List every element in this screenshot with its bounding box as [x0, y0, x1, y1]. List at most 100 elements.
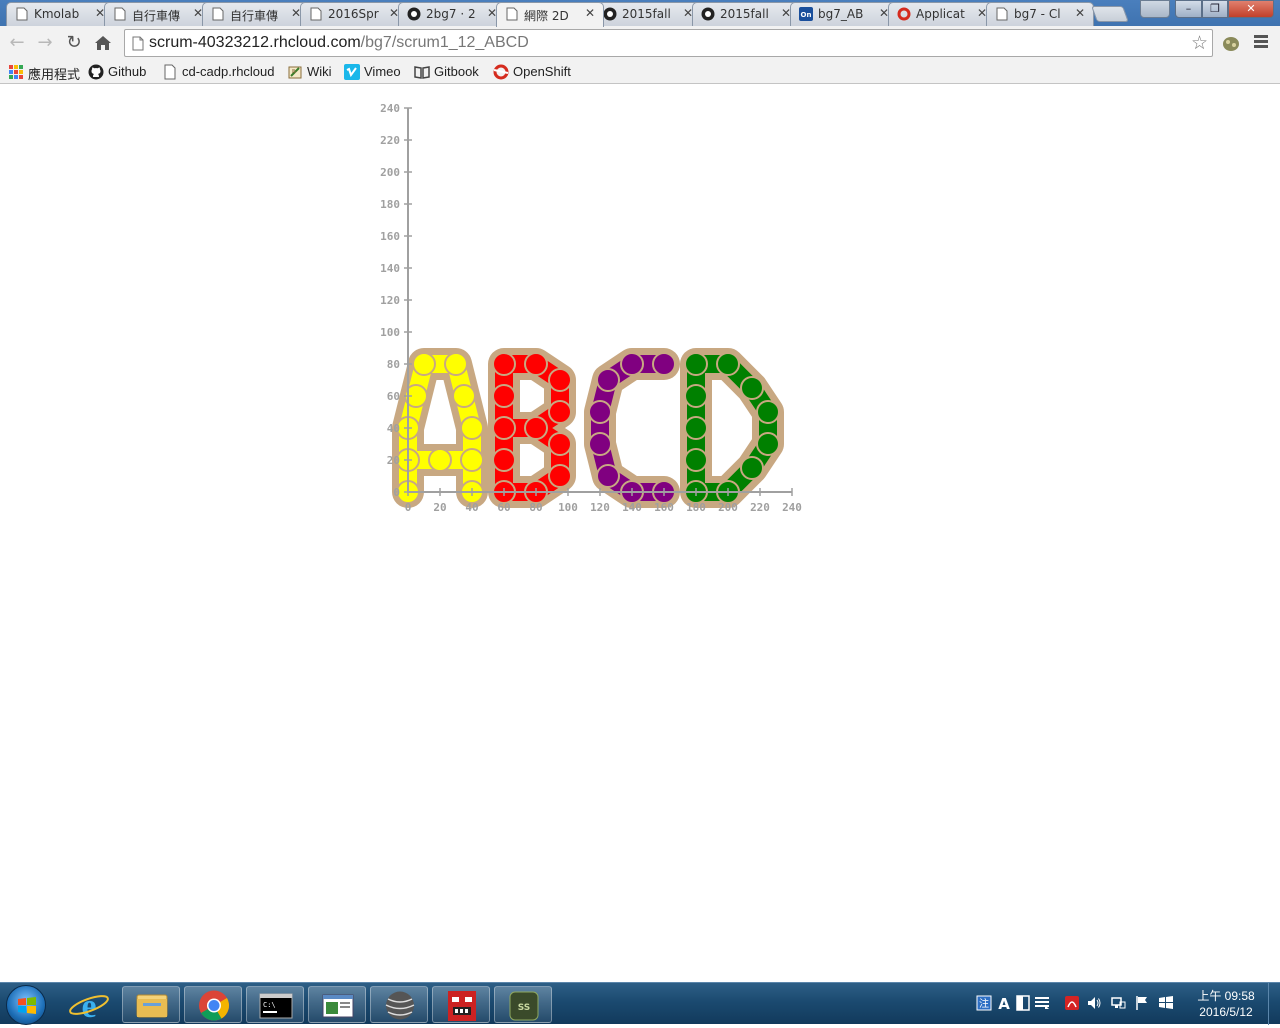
letter-C-point — [596, 368, 620, 392]
menu-icon[interactable] — [1254, 33, 1270, 51]
y-tick-label: 60 — [387, 390, 400, 403]
tab-label: Applicat — [916, 7, 965, 21]
tab-6[interactable]: 2015fall ✕ — [594, 2, 702, 26]
tab-strip: Kmolab ✕ 自行車傳 ✕ 自行車傳 ✕ 2016Spr ✕ 2bg7 · 2 ✕ 網際 2D ✕… — [0, 0, 1280, 27]
svg-text:A: A — [998, 995, 1010, 1011]
letter-A-point — [452, 384, 476, 408]
volume-icon[interactable] — [1086, 995, 1102, 1011]
y-tick-label: 100 — [380, 326, 400, 339]
github-icon — [603, 7, 617, 21]
y-tick-label: 140 — [380, 262, 400, 275]
ime-icon[interactable]: 注 — [976, 995, 992, 1011]
windows-logo-icon — [18, 997, 36, 1014]
letter-C-point — [596, 464, 620, 488]
bookmark-label: Github — [108, 64, 147, 79]
window-restore-button[interactable]: ❐ — [1202, 0, 1228, 18]
taskbar-window[interactable] — [308, 986, 366, 1023]
tab-close-icon[interactable]: ✕ — [585, 6, 595, 20]
tab-0[interactable]: Kmolab ✕ — [6, 2, 114, 26]
abcd-canvas: 0 20 40 60 80 100 120 140 160 180 200 220 240 0 20 40 60… — [380, 102, 802, 514]
page-icon — [164, 64, 176, 80]
page-icon — [995, 7, 1009, 21]
tab-3[interactable]: 2016Spr ✕ — [300, 2, 408, 26]
letter-B-point — [548, 464, 572, 488]
window-minimize-button[interactable]: – — [1175, 0, 1202, 18]
start-button[interactable] — [6, 985, 46, 1025]
reload-icon[interactable]: ↻ — [63, 32, 85, 54]
bookmark-vimeo[interactable]: Vimeo — [344, 63, 406, 81]
taskbar-cmd[interactable]: C:\ — [246, 986, 304, 1023]
letter-D-point — [740, 456, 764, 480]
user-profile-button[interactable] — [1140, 0, 1170, 18]
svg-text:On: On — [801, 11, 812, 19]
letter-C-point — [652, 352, 676, 376]
taskbar-sphere-app[interactable] — [370, 986, 428, 1023]
show-desktop-button[interactable] — [1268, 983, 1280, 1025]
network-icon[interactable] — [1110, 995, 1126, 1011]
forward-arrow-icon[interactable]: → — [34, 32, 56, 54]
taskbar-ss-app[interactable]: SS — [494, 986, 552, 1023]
tab-1[interactable]: 自行車傳 ✕ — [104, 2, 212, 26]
bookmark-gitbook[interactable]: Gitbook — [414, 63, 486, 81]
github-icon — [407, 7, 421, 21]
letter-B-point — [548, 432, 572, 456]
taskbar-chrome[interactable] — [184, 986, 242, 1023]
tab-7[interactable]: 2015fall ✕ — [692, 2, 800, 26]
x-tick-label: 40 — [465, 501, 478, 514]
new-tab-button[interactable] — [1091, 6, 1129, 22]
tab-9[interactable]: Applicat ✕ — [888, 2, 996, 26]
letter-D-point — [756, 432, 780, 456]
tab-label: 自行車傳 — [230, 9, 279, 23]
x-tick-label: 60 — [497, 501, 510, 514]
taskbar-explorer[interactable] — [122, 986, 180, 1023]
letter-B-point — [492, 352, 516, 376]
github-icon — [701, 7, 715, 21]
taskbar-game[interactable] — [432, 986, 490, 1023]
window-close-button[interactable]: ✕ — [1228, 0, 1274, 18]
letter-B-point — [548, 400, 572, 424]
windows-update-icon[interactable] — [1158, 995, 1174, 1011]
tab-2[interactable]: 自行車傳 ✕ — [202, 2, 310, 26]
window-icon — [322, 994, 354, 1018]
page-icon — [15, 7, 29, 21]
y-tick-label: 240 — [380, 102, 400, 115]
letter-A-point — [428, 448, 452, 472]
bookmark-apps[interactable]: 應用程式 — [8, 63, 80, 82]
half-width-icon[interactable] — [1015, 995, 1031, 1011]
tab-5[interactable]: 網際 2D ✕ — [496, 2, 604, 27]
x-tick-label: 160 — [654, 501, 674, 514]
bookmark-github[interactable]: Github — [88, 63, 152, 81]
sphere-icon — [385, 991, 415, 1020]
tab-close-icon[interactable]: ✕ — [1075, 6, 1085, 20]
y-tick-label: 180 — [380, 198, 400, 211]
tab-10[interactable]: bg7 - Cl ✕ — [986, 2, 1094, 26]
bookmark-star-icon[interactable]: ☆ — [1191, 32, 1208, 54]
page-icon — [211, 7, 225, 21]
bookmark-wiki[interactable]: Wiki — [287, 63, 335, 81]
letter-B-point — [492, 384, 516, 408]
page-icon — [505, 7, 519, 21]
tab-8[interactable]: On bg7_AB ✕ — [790, 2, 898, 26]
address-path: /bg7/scrum1_12_ABCD — [360, 34, 529, 51]
address-bar[interactable]: scrum-40323212.rhcloud.com/bg7/scrum1_12… — [124, 29, 1213, 57]
cmd-icon: C:\ — [259, 993, 293, 1019]
font-a-icon[interactable]: A — [996, 995, 1012, 1011]
gitbook-icon — [414, 66, 430, 79]
home-icon[interactable] — [92, 32, 114, 54]
ime-menu-icon[interactable] — [1034, 995, 1050, 1011]
action-center-flag-icon[interactable] — [1134, 995, 1150, 1011]
bookmark-openshift[interactable]: OpenShift — [493, 63, 575, 81]
bookmark-cd-cadp[interactable]: cd-cadp.rhcloud — [162, 63, 278, 81]
page-icon — [113, 7, 127, 21]
x-tick-label: 120 — [590, 501, 610, 514]
taskbar-ie[interactable]: e — [60, 986, 118, 1025]
x-tick-label: 20 — [433, 501, 446, 514]
acrobat-icon[interactable] — [1064, 995, 1080, 1011]
vimeo-icon — [344, 64, 360, 80]
back-arrow-icon[interactable]: ← — [6, 32, 28, 54]
tab-4[interactable]: 2bg7 · 2 ✕ — [398, 2, 506, 26]
system-clock[interactable]: 上午 09:58 2016/5/12 — [1186, 988, 1266, 1020]
windows-taskbar: e C:\ SS 注 A 上午 09:58 2016/5/12 — [0, 982, 1280, 1025]
letter-B-point — [492, 416, 516, 440]
extension-icon[interactable] — [1221, 34, 1241, 52]
